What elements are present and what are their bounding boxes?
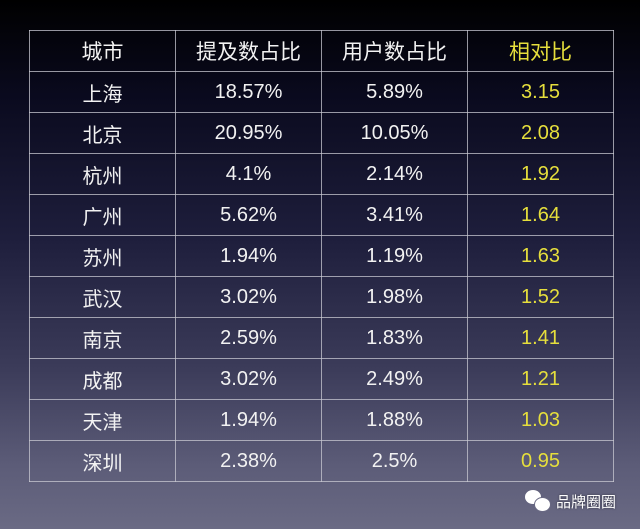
city-cell: 杭州 (29, 153, 176, 195)
user-share-cell: 5.89% (321, 71, 468, 113)
mention-share-cell: 1.94% (175, 235, 322, 277)
mention-share-cell: 3.02% (175, 358, 322, 400)
header-mention-share: 提及数占比 (175, 30, 322, 72)
user-share-cell: 10.05% (321, 112, 468, 154)
user-share-cell: 3.41% (321, 194, 468, 236)
header-row: 城市 提及数占比 用户数占比 相对比 (29, 30, 614, 72)
city-cell: 成都 (29, 358, 176, 400)
table-row: 成都 3.02% 2.49% 1.21 (29, 358, 614, 400)
table-row: 广州 5.62% 3.41% 1.64 (29, 194, 614, 236)
city-cell: 天津 (29, 399, 176, 441)
table-row: 苏州 1.94% 1.19% 1.63 (29, 235, 614, 277)
mention-share-cell: 5.62% (175, 194, 322, 236)
ratio-cell: 1.92 (467, 153, 614, 195)
header-city: 城市 (29, 30, 176, 72)
table-row: 杭州 4.1% 2.14% 1.92 (29, 153, 614, 195)
city-cell: 南京 (29, 317, 176, 359)
city-cell: 深圳 (29, 440, 176, 482)
watermark: 品牌圈圈 (525, 490, 616, 512)
city-cell: 上海 (29, 71, 176, 113)
ratio-cell: 2.08 (467, 112, 614, 154)
ratio-cell: 1.52 (467, 276, 614, 318)
user-share-cell: 2.49% (321, 358, 468, 400)
wechat-icon (525, 490, 551, 512)
table-row: 上海 18.57% 5.89% 3.15 (29, 71, 614, 113)
ratio-cell: 1.63 (467, 235, 614, 277)
ratio-cell: 1.41 (467, 317, 614, 359)
city-cell: 北京 (29, 112, 176, 154)
user-share-cell: 1.98% (321, 276, 468, 318)
table-row: 深圳 2.38% 2.5% 0.95 (29, 440, 614, 482)
table-row: 南京 2.59% 1.83% 1.41 (29, 317, 614, 359)
ratio-cell: 1.64 (467, 194, 614, 236)
mention-share-cell: 2.38% (175, 440, 322, 482)
table-row: 北京 20.95% 10.05% 2.08 (29, 112, 614, 154)
table-row: 天津 1.94% 1.88% 1.03 (29, 399, 614, 441)
mention-share-cell: 2.59% (175, 317, 322, 359)
city-cell: 武汉 (29, 276, 176, 318)
user-share-cell: 1.83% (321, 317, 468, 359)
mention-share-cell: 20.95% (175, 112, 322, 154)
user-share-cell: 2.5% (321, 440, 468, 482)
mention-share-cell: 3.02% (175, 276, 322, 318)
ratio-cell: 3.15 (467, 71, 614, 113)
user-share-cell: 2.14% (321, 153, 468, 195)
watermark-text: 品牌圈圈 (556, 493, 617, 511)
user-share-cell: 1.88% (321, 399, 468, 441)
ratio-cell: 1.03 (467, 399, 614, 441)
table-row: 武汉 3.02% 1.98% 1.52 (29, 276, 614, 318)
mention-share-cell: 18.57% (175, 71, 322, 113)
mention-share-cell: 4.1% (175, 153, 322, 195)
city-cell: 苏州 (29, 235, 176, 277)
city-cell: 广州 (29, 194, 176, 236)
user-share-cell: 1.19% (321, 235, 468, 277)
mention-share-cell: 1.94% (175, 399, 322, 441)
header-ratio: 相对比 (467, 30, 614, 72)
ratio-cell: 1.21 (467, 358, 614, 400)
city-ratio-table: 城市 提及数占比 用户数占比 相对比 上海 18.57% 5.89% 3.15 北京 20… (29, 30, 614, 482)
ratio-cell: 0.95 (467, 440, 614, 482)
header-user-share: 用户数占比 (321, 30, 468, 72)
